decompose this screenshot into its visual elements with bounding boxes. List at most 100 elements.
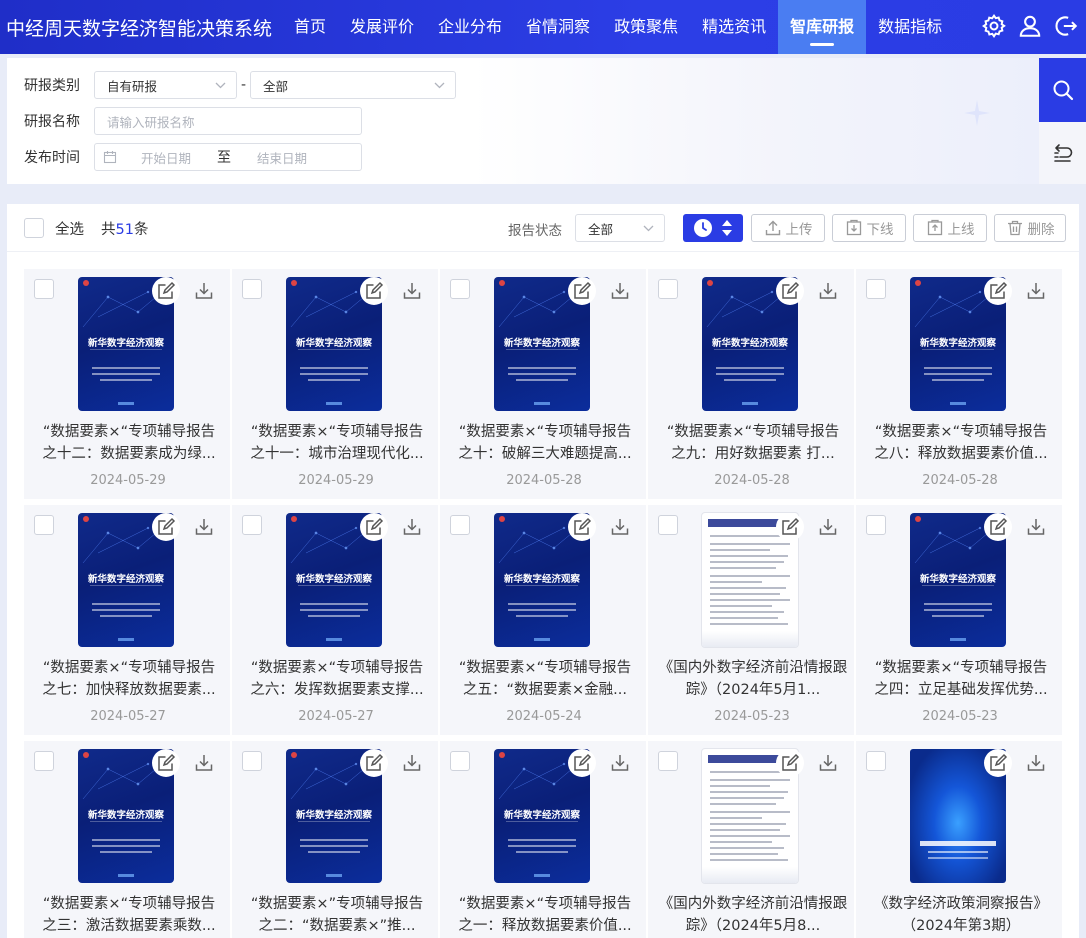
edit-button[interactable] <box>776 749 804 777</box>
report-title[interactable]: “数据要素×“专项辅导报告 之三：激活数据要素乘数... <box>34 893 224 937</box>
report-card[interactable]: 《国内外数字经济前沿情报跟 踪》（2024年5月8... <box>648 741 856 938</box>
edit-button[interactable] <box>568 513 596 541</box>
report-title[interactable]: “数据要素×“专项辅导报告 之六：发挥数据要素支撑... <box>242 657 432 701</box>
offline-button[interactable]: 下线 <box>832 214 906 242</box>
report-checkbox[interactable] <box>658 279 678 299</box>
report-checkbox[interactable] <box>34 279 54 299</box>
nav-item-0[interactable]: 首页 <box>282 0 338 54</box>
edit-button[interactable] <box>360 513 388 541</box>
download-button[interactable] <box>192 279 216 303</box>
report-title[interactable]: “数据要素×“专项辅导报告 之八：释放数据要素价值... <box>866 421 1056 465</box>
date-range-picker[interactable]: 开始日期 至 结束日期 <box>94 143 362 171</box>
report-title[interactable]: “数据要素×“专项辅导报告 之七：加快释放数据要素... <box>34 657 224 701</box>
gear-icon[interactable] <box>980 12 1008 40</box>
category-select[interactable]: 自有研报 <box>94 71 237 99</box>
delete-button[interactable]: 删除 <box>994 214 1066 242</box>
nav-item-7[interactable]: 数据指标 <box>866 0 954 54</box>
download-button[interactable] <box>608 515 632 539</box>
report-card[interactable]: 新华数字经济观察 “数据要素×“专项辅导报告 之一：释放数据要素价值... <box>440 741 648 938</box>
report-checkbox[interactable] <box>450 515 470 535</box>
nav-item-6[interactable]: 智库研报 <box>778 0 867 54</box>
report-checkbox[interactable] <box>450 279 470 299</box>
status-select[interactable]: 全部 <box>575 214 665 242</box>
nav-item-5[interactable]: 精选资讯 <box>690 0 778 54</box>
report-checkbox[interactable] <box>242 515 262 535</box>
edit-button[interactable] <box>152 749 180 777</box>
report-checkbox[interactable] <box>866 515 886 535</box>
logout-icon[interactable] <box>1052 12 1080 40</box>
edit-icon <box>366 753 384 771</box>
download-button[interactable] <box>608 751 632 775</box>
select-all-checkbox[interactable] <box>24 218 44 238</box>
edit-button[interactable] <box>152 513 180 541</box>
download-button[interactable] <box>400 751 424 775</box>
download-button[interactable] <box>816 751 840 775</box>
edit-button[interactable] <box>984 749 1012 777</box>
download-button[interactable] <box>816 279 840 303</box>
report-card[interactable]: 新华数字经济观察 “数据要素×“专项辅导报告 之四：立足基础发挥优势... 2024-… <box>856 505 1064 735</box>
report-card[interactable]: 新华数字经济观察 “数据要素×“专项辅导报告 之十二：数据要素成为绿... 2024-… <box>24 269 232 499</box>
nav-item-2[interactable]: 企业分布 <box>426 0 514 54</box>
report-title[interactable]: “数据要素×“专项辅导报告 之九：用好数据要素 打... <box>658 421 848 465</box>
report-card[interactable]: 新华数字经济观察 “数据要素×“专项辅导报告 之九：用好数据要素 打... 2024-… <box>648 269 856 499</box>
report-card[interactable]: 新华数字经济观察 “数据要素×“专项辅导报告 之七：加快释放数据要素... 2024-… <box>24 505 232 735</box>
report-card[interactable]: 新华数字经济观察 “数据要素×“专项辅导报告 之八：释放数据要素价值... 2024-… <box>856 269 1064 499</box>
download-button[interactable] <box>1024 279 1048 303</box>
report-title[interactable]: 《数字经济政策洞察报告》 （2024年第3期） <box>866 893 1056 937</box>
download-button[interactable] <box>192 515 216 539</box>
report-checkbox[interactable] <box>658 515 678 535</box>
report-title[interactable]: “数据要素×“专项辅导报告 之四：立足基础发挥优势... <box>866 657 1056 701</box>
report-checkbox[interactable] <box>866 751 886 771</box>
edit-button[interactable] <box>360 277 388 305</box>
nav-item-3[interactable]: 省情洞察 <box>514 0 602 54</box>
edit-button[interactable] <box>984 277 1012 305</box>
report-title[interactable]: 《国内外数字经济前沿情报跟 踪》（2024年5月1... <box>658 657 848 701</box>
report-card[interactable]: 新华数字经济观察 “数据要素×“专项辅导报告 之五：“数据要素×金融... 2024-… <box>440 505 648 735</box>
report-card[interactable]: 新华数字经济观察 “数据要素×“专项辅导报告 之六：发挥数据要素支撑... 2024-… <box>232 505 440 735</box>
report-title[interactable]: “数据要素×“专项辅导报告 之五：“数据要素×金融... <box>450 657 640 701</box>
report-checkbox[interactable] <box>450 751 470 771</box>
download-button[interactable] <box>1024 515 1048 539</box>
report-checkbox[interactable] <box>242 751 262 771</box>
report-name-input[interactable]: 请输入研报名称 <box>94 107 362 135</box>
download-button[interactable] <box>400 279 424 303</box>
download-button[interactable] <box>400 515 424 539</box>
upload-button[interactable]: 上传 <box>751 214 825 242</box>
edit-button[interactable] <box>984 513 1012 541</box>
online-button[interactable]: 上线 <box>913 214 987 242</box>
download-button[interactable] <box>1024 751 1048 775</box>
nav-item-4[interactable]: 政策聚焦 <box>602 0 690 54</box>
reset-button[interactable] <box>1039 122 1086 184</box>
subcategory-select[interactable]: 全部 <box>250 71 456 99</box>
edit-button[interactable] <box>568 749 596 777</box>
report-card[interactable]: 《数字经济政策洞察报告》 （2024年第3期） <box>856 741 1064 938</box>
report-card[interactable]: 新华数字经济观察 “数据要素×“专项辅导报告 之十：破解三大难题提高... 2024-… <box>440 269 648 499</box>
edit-button[interactable] <box>360 749 388 777</box>
download-button[interactable] <box>816 515 840 539</box>
user-icon[interactable] <box>1016 12 1044 40</box>
report-title[interactable]: “数据要素×“专项辅导报告 之一：释放数据要素价值... <box>450 893 640 937</box>
nav-item-1[interactable]: 发展评价 <box>338 0 426 54</box>
edit-button[interactable] <box>776 277 804 305</box>
report-title[interactable]: “数据要素×“专项辅导报告 之十：破解三大难题提高... <box>450 421 640 465</box>
download-button[interactable] <box>608 279 632 303</box>
search-button[interactable] <box>1039 58 1086 122</box>
report-card[interactable]: 新华数字经济观察 “数据要素×“专项辅导报告 之十一：城市治理现代化... 2024-… <box>232 269 440 499</box>
download-button[interactable] <box>192 751 216 775</box>
report-card[interactable]: 《国内外数字经济前沿情报跟 踪》（2024年5月1... 2024-05-23 <box>648 505 856 735</box>
report-card[interactable]: 新华数字经济观察 “数据要素×”专项辅导报告 之二：“数据要素×”推... <box>232 741 440 938</box>
sort-by-time-button[interactable] <box>683 214 743 242</box>
report-title[interactable]: 《国内外数字经济前沿情报跟 踪》（2024年5月8... <box>658 893 848 937</box>
report-title[interactable]: “数据要素×“专项辅导报告 之十二：数据要素成为绿... <box>34 421 224 465</box>
report-title[interactable]: “数据要素×“专项辅导报告 之十一：城市治理现代化... <box>242 421 432 465</box>
edit-button[interactable] <box>776 513 804 541</box>
report-checkbox[interactable] <box>658 751 678 771</box>
edit-button[interactable] <box>152 277 180 305</box>
report-checkbox[interactable] <box>242 279 262 299</box>
report-title[interactable]: “数据要素×”专项辅导报告 之二：“数据要素×”推... <box>242 893 432 937</box>
report-checkbox[interactable] <box>34 751 54 771</box>
report-checkbox[interactable] <box>34 515 54 535</box>
report-checkbox[interactable] <box>866 279 886 299</box>
report-card[interactable]: 新华数字经济观察 “数据要素×“专项辅导报告 之三：激活数据要素乘数... <box>24 741 232 938</box>
edit-button[interactable] <box>568 277 596 305</box>
